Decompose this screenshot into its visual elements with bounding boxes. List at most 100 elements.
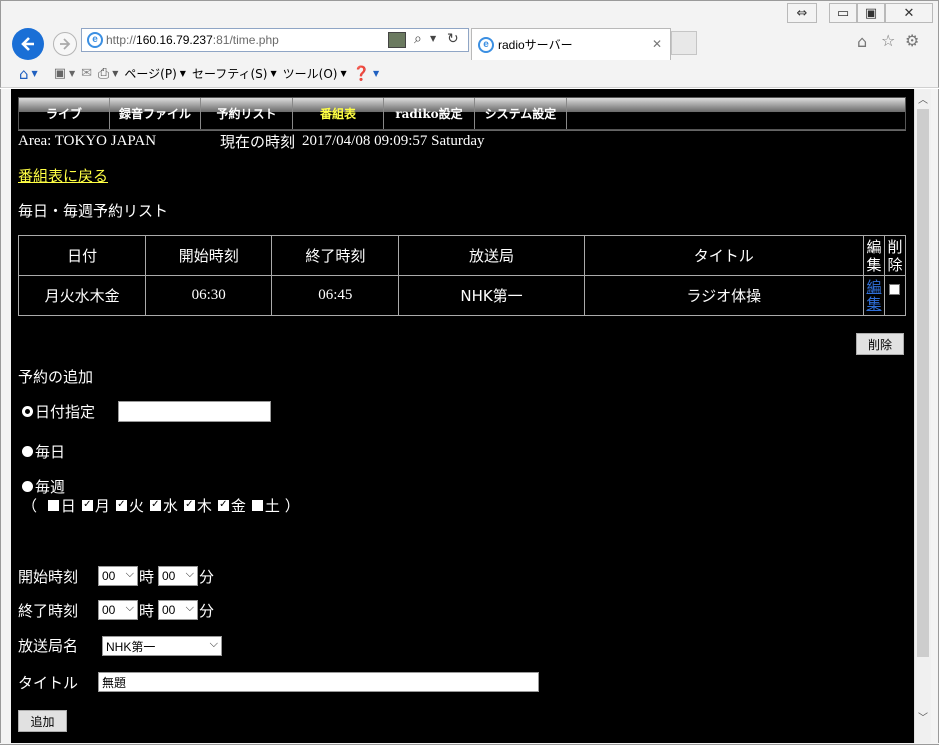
favorites-icon[interactable]: ☆ <box>881 31 895 50</box>
cell-end: 06:45 <box>271 275 400 316</box>
weekday-checkbox[interactable] <box>251 500 263 511</box>
option-date[interactable]: 日付指定 <box>22 401 95 422</box>
print-icon[interactable]: ⎙ ▼ <box>98 66 118 82</box>
radio-date[interactable] <box>22 406 33 417</box>
back-to-guide-link[interactable]: 番組表に戻る <box>18 165 108 186</box>
scroll-up-icon[interactable]: ︿ <box>915 91 931 109</box>
search-icon[interactable]: ⌕ <box>414 31 422 47</box>
resize-icon[interactable]: ⇔ <box>787 3 817 23</box>
main-nav: ライブ 録音ファイル 予約リスト 番組表 radiko設定 システム設定 <box>18 97 906 130</box>
compat-view-icon[interactable] <box>388 32 406 48</box>
edit-link[interactable]: 編集 <box>864 278 884 313</box>
page-menu[interactable]: ページ(P) ▼ <box>124 65 186 82</box>
chevron-down-icon: ⌵ <box>185 602 194 614</box>
nav-reservations[interactable]: 予約リスト <box>201 98 293 129</box>
option-weekly[interactable]: 毎週 <box>22 476 65 497</box>
forward-arrow-icon <box>60 38 71 50</box>
station-select[interactable]: NHK第一 ⌵ <box>102 636 222 656</box>
delete-button[interactable]: 削除 <box>856 333 904 355</box>
weekday-label: 木 <box>196 497 212 515</box>
station-label: 放送局名 <box>18 637 79 655</box>
browser-tab[interactable]: e radioサーバー ✕ <box>471 28 671 60</box>
settings-gear-icon[interactable]: ⚙ <box>905 31 919 50</box>
start-time-label: 開始時刻 <box>18 568 79 586</box>
title-input[interactable]: 無題 <box>98 672 539 692</box>
col-days: 日付 <box>17 235 147 276</box>
weekday-checkbox[interactable]: ✓ <box>183 500 195 511</box>
search-dropdown-icon[interactable]: ▼ <box>430 34 436 43</box>
chevron-down-icon: ⌵ <box>185 568 194 580</box>
tab-title: radioサーバー <box>498 38 573 52</box>
col-edit: 編集 <box>862 235 885 276</box>
nav-recordings[interactable]: 録音ファイル <box>110 98 201 129</box>
weekday-label: 火 <box>128 497 144 515</box>
cell-start: 06:30 <box>145 275 273 316</box>
tools-menu[interactable]: ツール(O) ▼ <box>283 65 347 82</box>
end-hour-select[interactable]: 00 ⌵ <box>98 600 138 620</box>
new-tab-button[interactable] <box>671 31 697 55</box>
window-frame-left <box>0 89 11 745</box>
window-titlebar: ⇔ ▭ ▣ ✕ <box>0 0 939 26</box>
add-heading: 予約の追加 <box>18 368 94 386</box>
refresh-icon[interactable]: ↻ <box>447 31 459 47</box>
weekday-checkbox[interactable] <box>47 500 59 511</box>
col-end: 終了時刻 <box>271 235 400 276</box>
paren-open: （ <box>22 497 38 515</box>
ie-logo-icon: e <box>87 32 103 48</box>
minimize-button[interactable]: ▭ <box>829 3 857 23</box>
weekday-checkbox[interactable]: ✓ <box>81 500 93 511</box>
option-daily-label: 毎日 <box>35 443 66 461</box>
cell-delete <box>883 275 907 316</box>
area-text: Area: TOKYO JAPAN <box>18 133 157 149</box>
close-window-button[interactable]: ✕ <box>885 3 933 23</box>
tab-close-icon[interactable]: ✕ <box>652 37 662 51</box>
forward-button[interactable] <box>53 32 77 56</box>
home-cmd-icon[interactable]: ⌂ ▼ <box>19 65 38 83</box>
start-min-select[interactable]: 00 ⌵ <box>158 566 198 586</box>
option-weekly-label: 毎週 <box>35 478 66 496</box>
min-unit-2: 分 <box>199 602 215 620</box>
col-start: 開始時刻 <box>145 235 273 276</box>
weekday-label: 日 <box>60 497 76 515</box>
url-text: http://160.16.79.237:81/time.php <box>106 33 279 47</box>
help-icon[interactable]: ❓ ▼ <box>353 66 380 82</box>
weekday-label: 土 <box>264 497 280 515</box>
radio-daily[interactable] <box>22 446 33 457</box>
radio-weekly[interactable] <box>22 481 33 492</box>
list-heading: 毎日・毎週予約リスト <box>18 202 169 220</box>
home-icon[interactable]: ⌂ <box>857 32 867 51</box>
tab-ie-icon: e <box>478 36 494 53</box>
vertical-scrollbar[interactable]: ︿ ﹀ <box>914 89 931 743</box>
weekday-checkbox[interactable]: ✓ <box>217 500 229 511</box>
feeds-icon[interactable]: ▣ ▼ <box>54 66 75 81</box>
title-label: タイトル <box>18 674 79 692</box>
cell-title: ラジオ体操 <box>583 275 864 316</box>
weekday-checkbox[interactable]: ✓ <box>115 500 127 511</box>
mail-icon[interactable]: ✉ <box>81 66 92 81</box>
command-bar: ⌂ ▼ ▣ ▼ ✉ ⎙ ▼ ページ(P) ▼ セーフティ(S) ▼ ツール(O) ▼ ❓ ▼ <box>0 60 939 88</box>
nav-divider <box>18 130 906 131</box>
reservation-table: 日付 開始時刻 終了時刻 放送局 タイトル 編集 削除 月火水木金 06:30 … <box>17 235 907 316</box>
back-arrow-icon <box>21 37 34 51</box>
min-unit: 分 <box>199 568 215 586</box>
nav-program-guide[interactable]: 番組表 <box>293 98 384 129</box>
scroll-down-icon[interactable]: ﹀ <box>915 709 931 727</box>
start-hour-select[interactable]: 00 ⌵ <box>98 566 138 586</box>
date-input[interactable] <box>118 401 271 422</box>
nav-system-settings[interactable]: システム設定 <box>475 98 567 129</box>
option-daily[interactable]: 毎日 <box>22 441 65 462</box>
paren-close: ） <box>284 497 300 515</box>
page-viewport: ライブ 録音ファイル 予約リスト 番組表 radiko設定 システム設定 Are… <box>11 89 914 743</box>
safety-menu[interactable]: セーフティ(S) ▼ <box>192 65 277 82</box>
clock-value: 2017/04/08 09:09:57 Saturday <box>302 133 485 149</box>
nav-live[interactable]: ライブ <box>19 98 110 129</box>
scroll-thumb[interactable] <box>917 109 929 657</box>
add-button[interactable]: 追加 <box>18 710 67 732</box>
delete-checkbox[interactable] <box>889 284 901 295</box>
maximize-button[interactable]: ▣ <box>857 3 885 23</box>
weekday-checkbox[interactable]: ✓ <box>149 500 161 511</box>
back-button[interactable] <box>12 28 44 60</box>
end-min-select[interactable]: 00 ⌵ <box>158 600 198 620</box>
nav-radiko-settings[interactable]: radiko設定 <box>384 98 475 129</box>
address-bar[interactable]: e http://160.16.79.237:81/time.php ⌕ ▼ ↻ <box>81 28 469 52</box>
